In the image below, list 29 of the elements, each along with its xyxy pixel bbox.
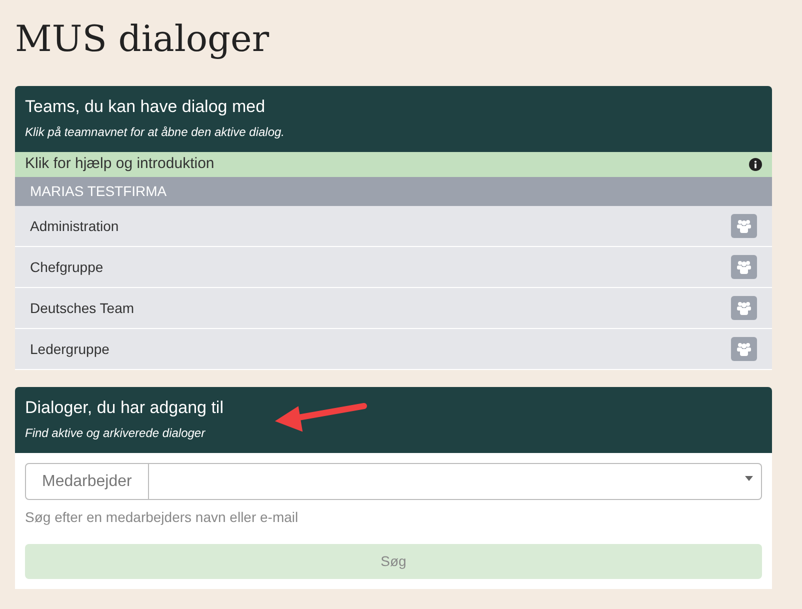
- info-icon: [749, 158, 762, 171]
- team-button[interactable]: [731, 337, 757, 361]
- team-name: Deutsches Team: [30, 298, 134, 318]
- field-label: Medarbejder: [25, 463, 149, 500]
- group-icon: [736, 301, 752, 315]
- panel-title: Dialoger, du har adgang til: [25, 397, 224, 419]
- hint-text: Søg efter en medarbejders navn eller e-mail: [25, 508, 300, 527]
- company-name: MARIAS TESTFIRMA: [30, 182, 167, 201]
- team-name: Administration: [30, 216, 119, 236]
- group-icon: [736, 260, 752, 274]
- help-text: Klik for hjælp og introduktion: [25, 154, 214, 174]
- group-icon: [736, 219, 752, 233]
- team-row[interactable]: Ledergruppe: [15, 329, 772, 370]
- team-button[interactable]: [731, 214, 757, 238]
- caret-icon: [745, 476, 753, 481]
- team-button[interactable]: [731, 255, 757, 279]
- team-name: Chefgruppe: [30, 258, 104, 277]
- team-row[interactable]: Chefgruppe: [15, 247, 772, 288]
- team-button[interactable]: [731, 296, 757, 320]
- team-name: Ledergruppe: [30, 340, 110, 359]
- help-row[interactable]: Klik for hjælp og introduktion: [15, 152, 772, 177]
- group-icon: [736, 342, 752, 356]
- team-row[interactable]: Administration: [15, 206, 772, 247]
- panel-title: Teams, du kan have dialog med: [25, 96, 266, 118]
- panel-subtitle: Find aktive og arkiverede dialoger: [25, 425, 206, 441]
- team-row[interactable]: Deutsches Team: [15, 288, 772, 329]
- page-title: MUS dialoger: [14, 18, 270, 62]
- panel-subtitle: Klik på teamnavnet for at åbne den aktive dialog.: [25, 124, 286, 140]
- employee-select[interactable]: [148, 463, 762, 500]
